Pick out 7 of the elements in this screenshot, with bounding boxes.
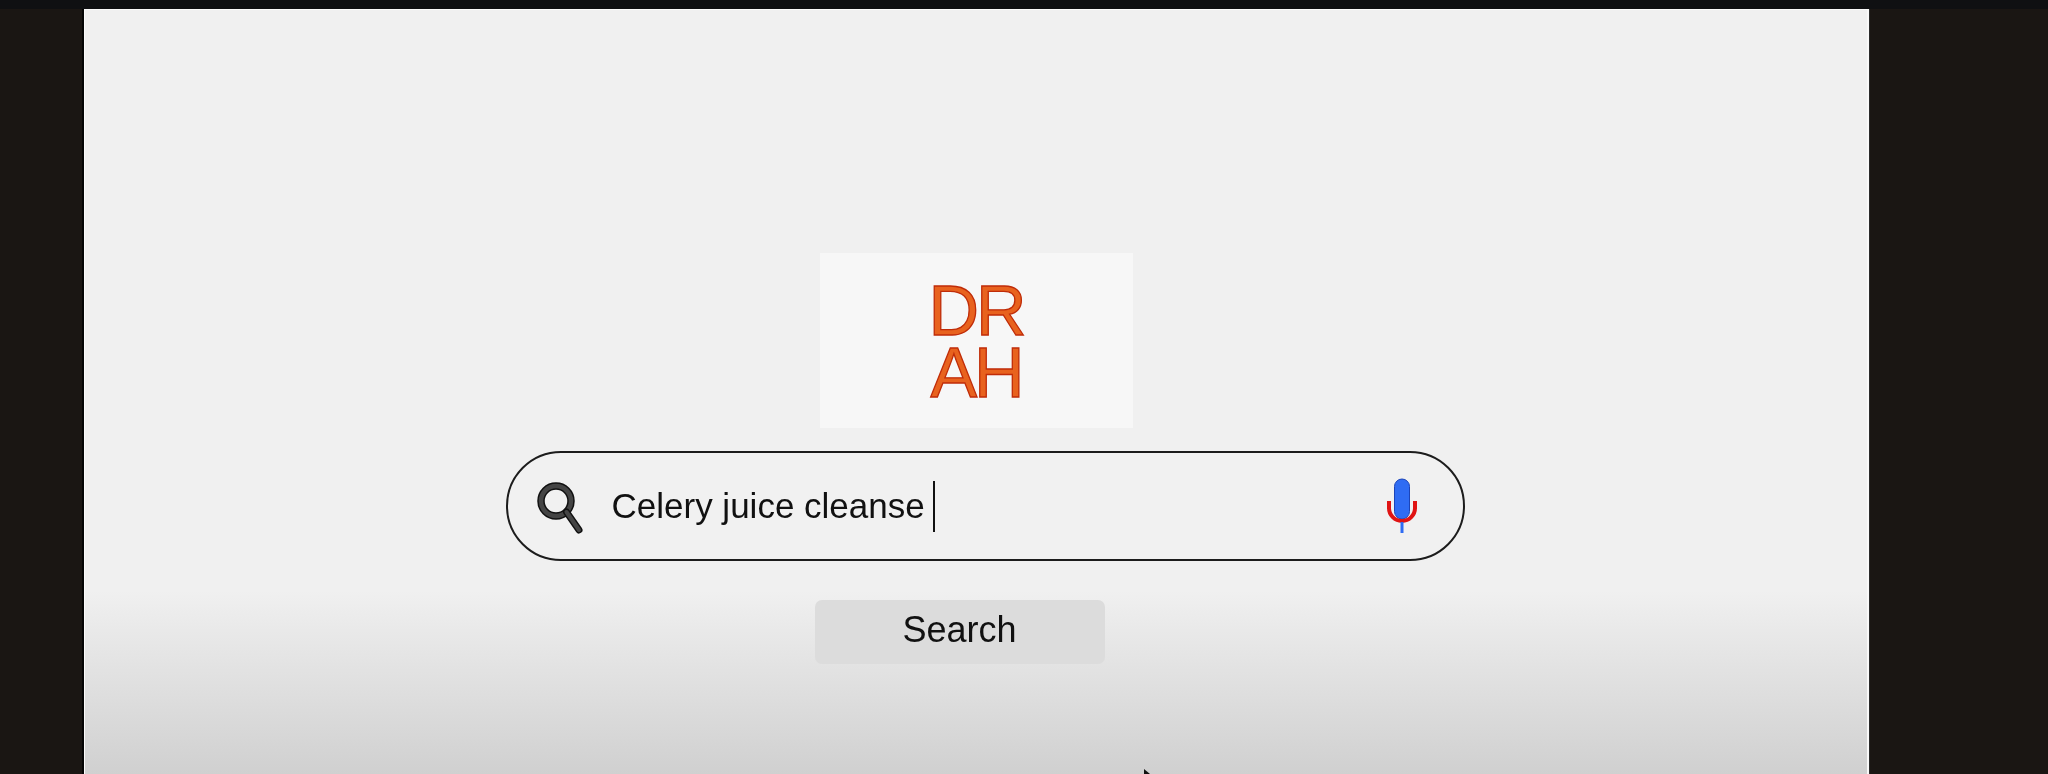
search-field[interactable]: Celery juice cleanse	[505, 451, 1465, 561]
logo-text: AH	[930, 342, 1022, 404]
mouse-pointer-icon	[1143, 769, 1151, 774]
logo-text: DR	[928, 280, 1024, 342]
search-icon	[536, 481, 583, 535]
search-button[interactable]: Search	[814, 600, 1105, 664]
microphone-icon[interactable]	[1385, 478, 1418, 534]
